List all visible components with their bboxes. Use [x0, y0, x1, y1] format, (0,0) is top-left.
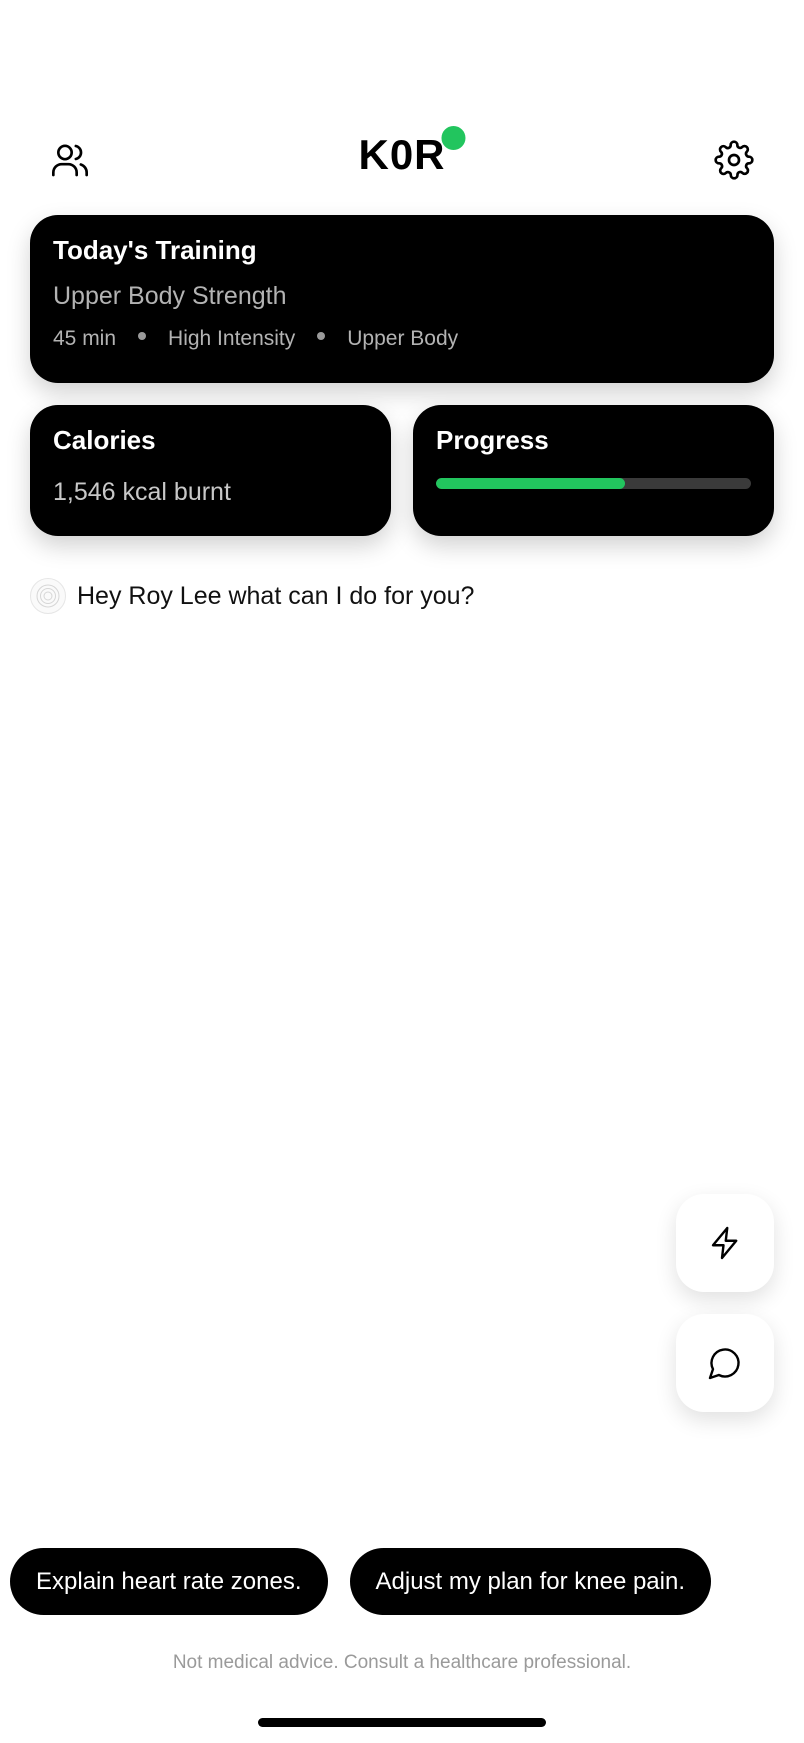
- chat-bubble-icon: [708, 1348, 740, 1380]
- lightning-icon: [711, 1226, 738, 1260]
- calories-value: 1,546 kcal burnt: [53, 478, 231, 506]
- training-duration: 45 min: [53, 327, 117, 350]
- profiles-button[interactable]: [38, 128, 102, 192]
- calories-title: Calories: [53, 425, 156, 455]
- assistant-greeting: Hey Roy Lee what can I do for you?: [30, 578, 474, 614]
- top-bar: K0R: [0, 126, 804, 192]
- medical-disclaimer: Not medical advice. Consult a healthcare…: [172, 1652, 632, 1673]
- suggestion-chip-heart-rate[interactable]: Explain heart rate zones.: [10, 1548, 328, 1615]
- online-status-dot: [441, 126, 466, 150]
- training-meta: 45 min High Intensity Upper Body: [53, 327, 751, 351]
- greeting-text: Hey Roy Lee what can I do for you?: [77, 581, 475, 610]
- training-focus: Upper Body: [347, 327, 459, 350]
- logo-text: K0R: [358, 131, 446, 178]
- assistant-avatar: [30, 578, 66, 614]
- meta-separator: [317, 332, 326, 340]
- quick-action-button[interactable]: [676, 1194, 774, 1292]
- meta-separator: [138, 332, 147, 340]
- todays-training-card[interactable]: Today's Training Upper Body Strength 45 …: [30, 215, 774, 383]
- assistant-logo-icon: [36, 584, 60, 608]
- progress-card[interactable]: Progress: [413, 405, 774, 536]
- progress-title: Progress: [436, 425, 549, 455]
- chat-button[interactable]: [676, 1314, 774, 1412]
- app-screen: K0R Today's Training Upper Body Strength…: [0, 0, 804, 1743]
- progress-bar: [436, 478, 751, 489]
- progress-bar-fill: [436, 478, 625, 489]
- home-indicator[interactable]: [258, 1718, 546, 1727]
- gear-icon: [714, 140, 754, 180]
- calories-card[interactable]: Calories 1,546 kcal burnt: [30, 405, 391, 536]
- training-intensity: High Intensity: [168, 327, 296, 350]
- training-name: Upper Body Strength: [53, 282, 287, 310]
- brand-logo: K0R: [358, 126, 466, 178]
- settings-button[interactable]: [702, 128, 766, 192]
- users-icon: [52, 144, 89, 177]
- suggestion-chip-knee-pain[interactable]: Adjust my plan for knee pain.: [349, 1548, 712, 1615]
- suggestion-chips: Explain heart rate zones. Adjust my plan…: [10, 1548, 712, 1615]
- training-title: Today's Training: [53, 235, 257, 265]
